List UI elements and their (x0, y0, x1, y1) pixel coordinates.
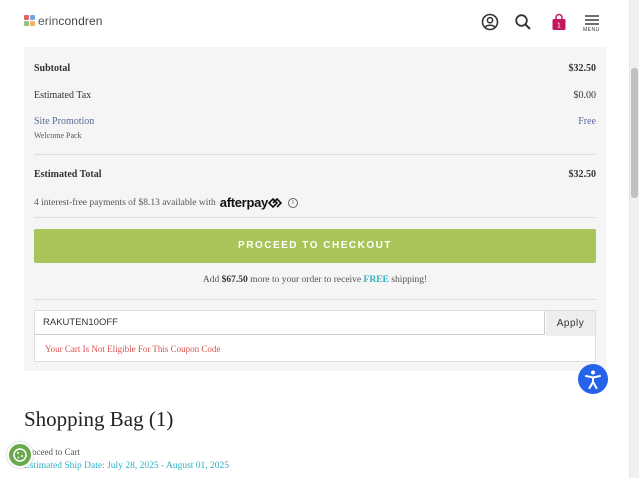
cookie-icon (13, 448, 27, 462)
bag-icon[interactable]: 1 (550, 13, 568, 31)
total-value: $32.50 (568, 169, 597, 180)
tax-label: Estimated Tax (34, 90, 92, 101)
scrollbar-thumb[interactable] (631, 68, 638, 198)
logo-text: erincondren (38, 14, 103, 28)
free-shipping-message: Add $67.50 more to your order to receive… (202, 275, 428, 285)
afterpay-arrows-icon (267, 197, 283, 209)
afterpay-logo: afterpay (220, 195, 283, 210)
accessibility-button[interactable] (578, 364, 608, 394)
promo-label: Site Promotion (34, 116, 95, 127)
subtotal-label: Subtotal (34, 63, 71, 74)
accessibility-icon (585, 370, 601, 389)
total-label: Estimated Total (34, 169, 102, 180)
afterpay-line: 4 interest-free payments of $8.13 availa… (34, 195, 298, 210)
coupon-box: Apply Your Cart Is Not Eligible For This… (34, 310, 596, 362)
afterpay-divider (34, 217, 596, 218)
info-icon[interactable]: i (287, 197, 298, 208)
shipping-amount: $67.50 (221, 275, 248, 285)
page-scrollbar[interactable] (629, 0, 639, 478)
estimated-ship-date: Estimated Ship Date: July 28, 2025 - Aug… (24, 461, 230, 471)
cookie-settings-button[interactable] (7, 442, 33, 468)
menu-label: MENU (583, 27, 600, 33)
free-label: FREE (363, 275, 389, 285)
site-header: erincondren 1 MENU (0, 0, 630, 47)
subtotal-value: $32.50 (568, 63, 597, 74)
summary-divider (34, 154, 596, 155)
coupon-divider (34, 299, 596, 300)
apply-coupon-button[interactable]: Apply (546, 311, 595, 336)
erin-condren-logo[interactable]: erincondren (24, 14, 103, 28)
search-icon[interactable] (514, 13, 532, 31)
promo-detail: Welcome Pack (34, 131, 82, 140)
coupon-code-input[interactable] (35, 311, 545, 335)
proceed-to-checkout-button[interactable]: PROCEED TO CHECKOUT (34, 229, 596, 263)
tax-value: $0.00 (573, 90, 597, 101)
afterpay-text: 4 interest-free payments of $8.13 availa… (34, 197, 216, 208)
account-icon[interactable] (481, 13, 499, 31)
logo-mark-icon (24, 15, 36, 27)
cart-count-badge: 1 (557, 23, 561, 30)
order-summary-panel: Subtotal $32.50 Estimated Tax $0.00 Site… (24, 47, 606, 371)
shopping-bag-title: Shopping Bag (1) (24, 407, 174, 431)
coupon-error-message: Your Cart Is Not Eligible For This Coupo… (45, 344, 221, 354)
promo-value: Free (578, 116, 596, 127)
